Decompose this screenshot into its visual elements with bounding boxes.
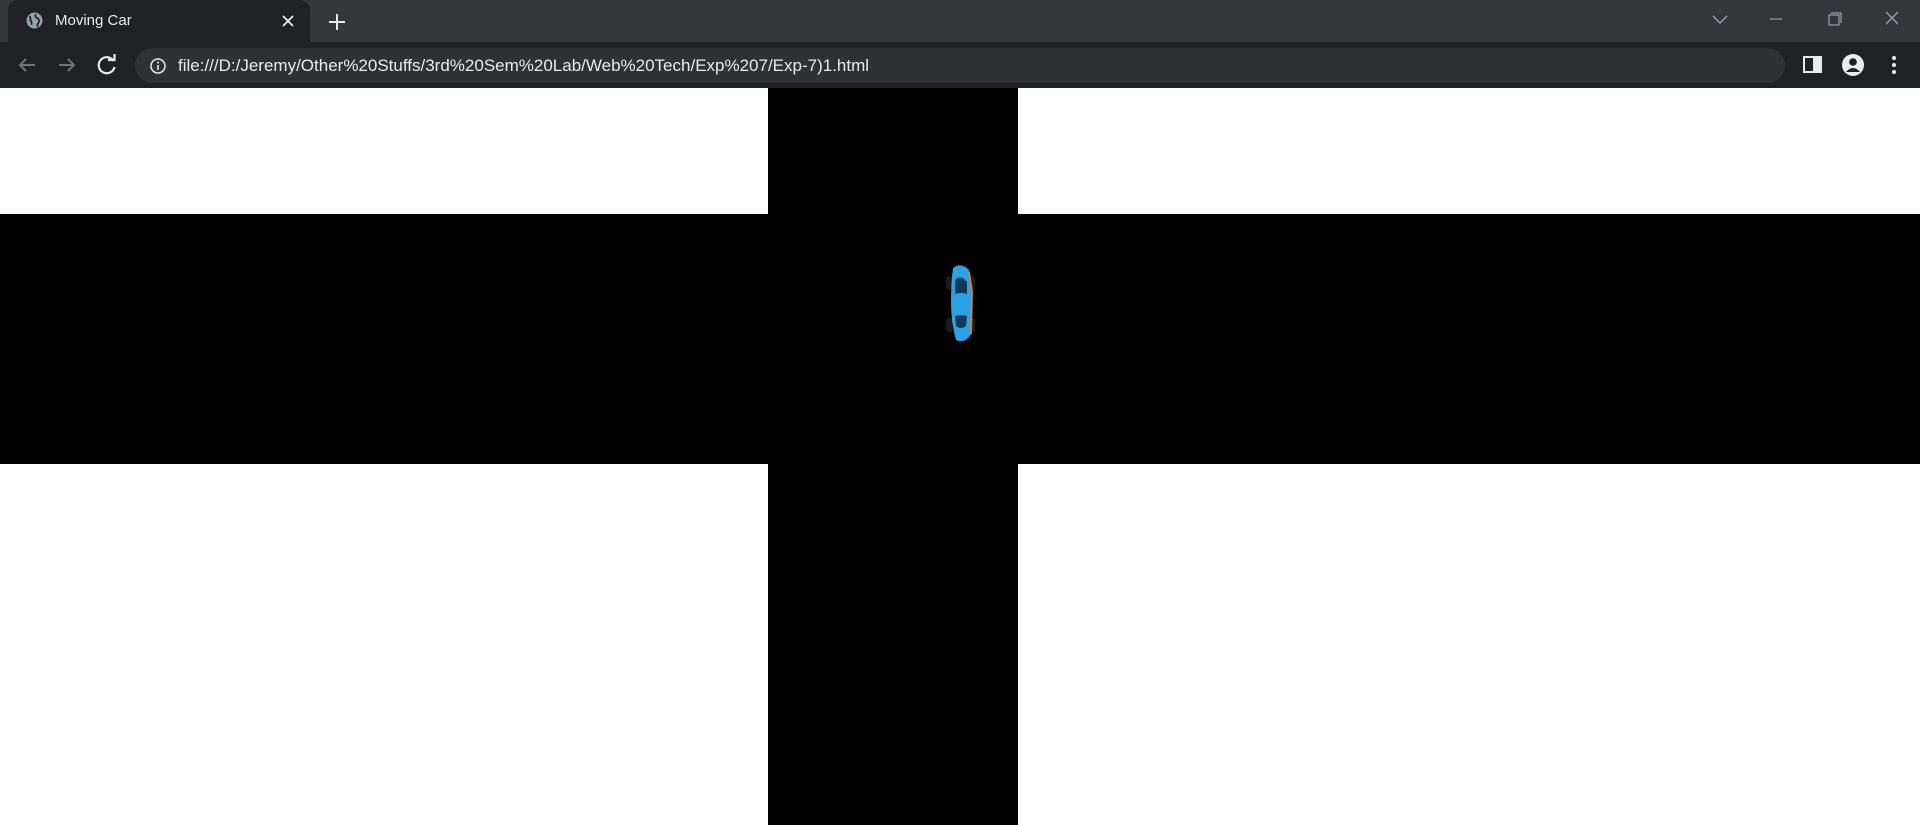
menu-more-icon[interactable] bbox=[1882, 53, 1906, 77]
browser-tab[interactable]: Moving Car bbox=[8, 0, 310, 42]
forward-arrow-icon[interactable] bbox=[53, 51, 81, 79]
restore-icon[interactable] bbox=[1806, 0, 1862, 40]
browser-tab-strip: Moving Car bbox=[0, 0, 1920, 42]
close-window-icon[interactable] bbox=[1864, 0, 1920, 40]
site-info-icon[interactable] bbox=[149, 57, 167, 75]
globe-icon bbox=[26, 12, 43, 29]
new-tab-icon[interactable] bbox=[324, 9, 350, 35]
tab-title: Moving Car bbox=[55, 12, 132, 29]
side-panel-icon[interactable] bbox=[1801, 53, 1825, 77]
url-text[interactable]: file:///D:/Jeremy/Other%20Stuffs/3rd%20S… bbox=[178, 57, 869, 75]
tab-search-icon[interactable] bbox=[1692, 0, 1748, 40]
profile-avatar-icon[interactable] bbox=[1841, 53, 1865, 77]
address-bar[interactable]: file:///D:/Jeremy/Other%20Stuffs/3rd%20S… bbox=[135, 48, 1785, 83]
page-viewport bbox=[0, 88, 1920, 825]
reload-icon[interactable] bbox=[93, 51, 121, 79]
browser-toolbar: file:///D:/Jeremy/Other%20Stuffs/3rd%20S… bbox=[0, 42, 1920, 88]
car-image bbox=[946, 265, 975, 342]
back-arrow-icon[interactable] bbox=[13, 51, 41, 79]
close-tab-icon[interactable] bbox=[278, 11, 298, 31]
minimize-icon[interactable] bbox=[1748, 0, 1804, 40]
